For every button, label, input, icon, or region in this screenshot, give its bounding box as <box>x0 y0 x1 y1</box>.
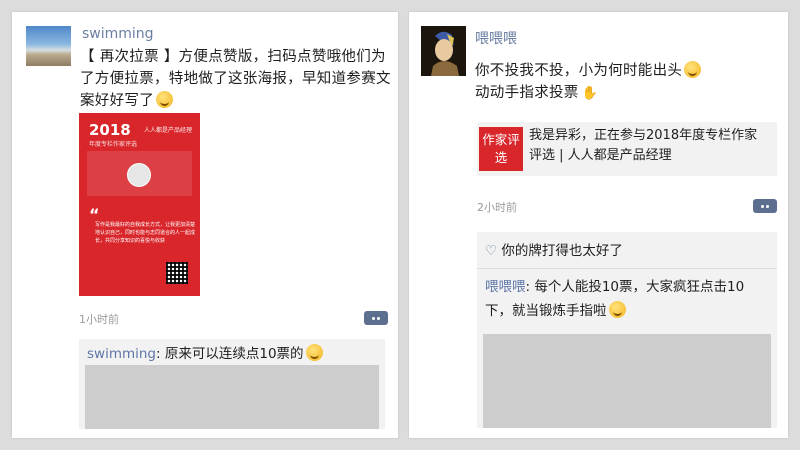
comment-button[interactable] <box>364 311 388 325</box>
comment-author[interactable]: swimming <box>87 346 156 362</box>
left-moment-post: swimming 【 再次拉票 】方便点赞版，扫码点赞哦他们为了方便拉票，特地做… <box>12 12 398 438</box>
grin-emoji-icon <box>305 344 323 361</box>
poster-subtitle: 年度专栏作家评选 <box>89 141 138 148</box>
post-text: 你不投我不投，小为何时能出头 动动手指求投票 ✋ <box>475 60 775 105</box>
comment-text: 原来可以连续点10票的 <box>164 346 304 362</box>
author-name[interactable]: swimming <box>82 26 154 42</box>
link-thumbnail: 作家评选 <box>479 127 523 171</box>
portrait-icon <box>421 26 466 76</box>
divider <box>477 268 777 269</box>
likes-row: ♡ 你的牌打得也太好了 <box>477 232 777 262</box>
shared-link-card[interactable]: 作家评选 我是异彩，正在参与2018年度专栏作家评选 | 人人都是产品经理 <box>477 122 777 176</box>
comment-placeholder-block <box>85 365 379 429</box>
pray-hands-icon: ✋ <box>581 86 599 101</box>
post-text-body: 【 再次拉票 】方便点赞版，扫码点赞哦他们为了方便拉票，特地做了这张海报，早知道… <box>80 49 391 109</box>
post-time: 1小时前 <box>79 313 119 326</box>
poster-logo: 人人都是产品经理 <box>143 127 192 134</box>
comment-author[interactable]: 喂喂喂 <box>485 279 526 295</box>
comment-section: swimming: 原来可以连续点10票的 <box>79 339 385 429</box>
comment[interactable]: swimming: 原来可以连续点10票的 <box>79 339 385 365</box>
right-moment-post: 喂喂喂 你不投我不投，小为何时能出头 动动手指求投票 ✋ 作家评选 我是异彩，正在… <box>409 12 788 438</box>
post-text: 【 再次拉票 】方便点赞版，扫码点赞哦他们为了方便拉票，特地做了这张海报，早知道… <box>80 46 392 112</box>
link-title: 我是异彩，正在参与2018年度专栏作家评选 | 人人都是产品经理 <box>529 128 758 163</box>
poster-image[interactable]: 2018 年度专栏作家评选 人人都是产品经理 “ 写作是我最好的自我成长方式，让… <box>79 113 200 296</box>
poster-avatar <box>127 163 151 187</box>
grin-emoji-icon <box>156 91 173 108</box>
poster-year: 2018 <box>89 121 131 139</box>
qr-code-icon <box>166 262 188 284</box>
poster-body: 写作是我最好的自我成长方式，让我更加清楚地认识自己，同时也能与志同道合的人一起成… <box>95 222 196 244</box>
post-time: 2小时前 <box>477 201 517 214</box>
comment[interactable]: 喂喂喂: 每个人能投10票，大家疯狂点击10下，就当锻炼手指啦 <box>477 275 777 323</box>
smile-emoji-icon <box>608 301 626 318</box>
author-name[interactable]: 喂喂喂 <box>475 28 517 48</box>
avatar[interactable] <box>421 26 466 76</box>
post-text-line2: 动动手指求投票 <box>475 85 579 101</box>
avatar[interactable] <box>26 26 71 66</box>
comment-section: ♡ 你的牌打得也太好了 喂喂喂: 每个人能投10票，大家疯狂点击10下，就当锻炼… <box>477 232 777 428</box>
comment-placeholder-block <box>483 334 771 428</box>
post-text-line1: 你不投我不投，小为何时能出头 <box>475 63 683 79</box>
comment-button[interactable] <box>753 199 777 213</box>
heart-icon: ♡ <box>485 243 498 259</box>
laugh-emoji-icon <box>684 61 702 78</box>
likes-text[interactable]: 你的牌打得也太好了 <box>501 243 623 259</box>
